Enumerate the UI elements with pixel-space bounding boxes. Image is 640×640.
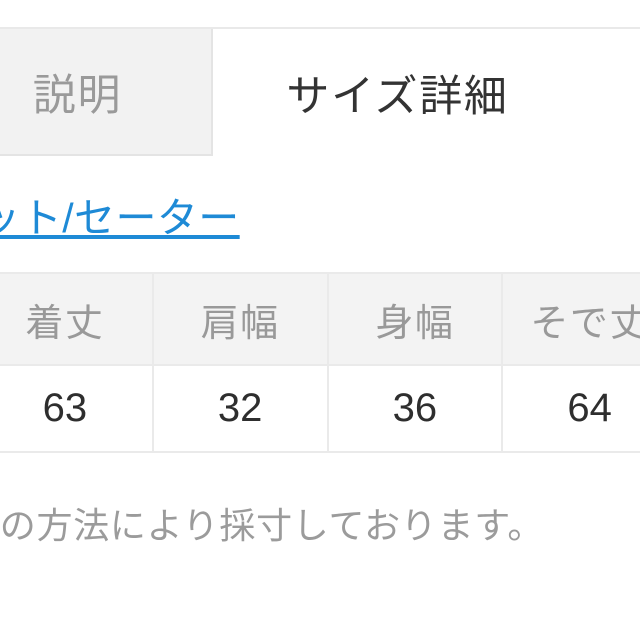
column-header-sleeve-length: そで丈 — [501, 272, 640, 366]
category-link[interactable]: ニット/セーター — [0, 192, 358, 245]
table-row: 63 32 36 64 — [0, 365, 640, 453]
tab-size-detail[interactable]: サイズ詳細 — [213, 29, 640, 156]
column-header-chest-width: 身幅 — [326, 272, 504, 366]
column-header-body-length: 着丈 — [0, 272, 154, 366]
column-header-shoulder-width: 肩幅 — [151, 272, 329, 366]
tab-bar: 説明 サイズ詳細 — [0, 27, 640, 156]
product-size-detail-panel: 説明 サイズ詳細 ニット/セーター 着丈 肩幅 身幅 そで丈 63 32 36 … — [0, 0, 640, 640]
tab-size-detail-label: サイズ詳細 — [286, 72, 509, 121]
cell-body-length: 63 — [0, 365, 154, 453]
cell-chest-width: 36 — [326, 365, 504, 453]
table-header-row: 着丈 肩幅 身幅 そで丈 — [0, 272, 640, 366]
tab-description-label: 説明 — [32, 71, 123, 120]
size-table-body: 63 32 36 64 — [0, 365, 640, 453]
tab-description[interactable]: 説明 — [0, 29, 213, 156]
size-table-head: 着丈 肩幅 身幅 そで丈 — [0, 272, 640, 366]
cell-sleeve-length: 64 — [501, 365, 640, 453]
cell-shoulder-width: 32 — [151, 365, 329, 453]
size-table: 着丈 肩幅 身幅 そで丈 63 32 36 64 — [0, 272, 640, 453]
measurement-note: ※当店独自の方法により採寸しております。 — [0, 505, 545, 546]
